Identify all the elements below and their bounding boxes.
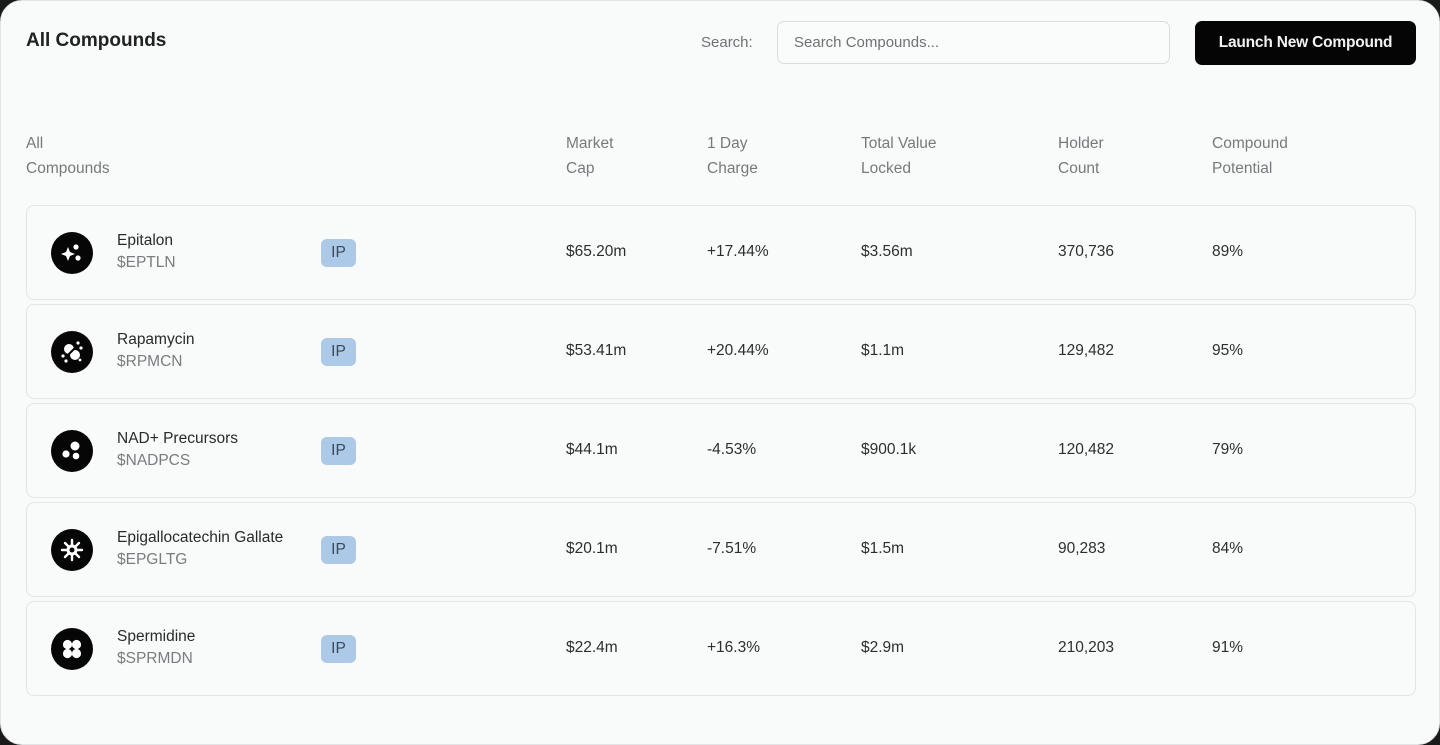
holder-count: 90,283 xyxy=(1058,540,1106,557)
market-cap: $65.20m xyxy=(566,243,627,260)
sparkles-icon xyxy=(51,232,93,274)
column-header-line: Count xyxy=(1058,160,1100,177)
four-dots-icon xyxy=(51,628,93,670)
column-header-line: Holder xyxy=(1058,135,1104,152)
table-row[interactable]: Epitalon $EPTLN IP $65.20m +17.44% $3.56… xyxy=(26,205,1416,300)
compound-potential: 79% xyxy=(1212,441,1244,458)
launch-new-compound-button[interactable]: Launch New Compound xyxy=(1195,21,1416,65)
table-row[interactable]: NAD+ Precursors $NADPCS IP $44.1m -4.53%… xyxy=(26,403,1416,498)
day-change: -4.53% xyxy=(707,441,757,458)
column-header-line: Compounds xyxy=(26,160,110,177)
column-header-day-change[interactable]: 1 Day Charge xyxy=(707,131,758,181)
market-cap: $22.4m xyxy=(566,639,618,656)
column-header-tvl[interactable]: Total Value Locked xyxy=(861,131,937,181)
day-change: +16.3% xyxy=(707,639,761,656)
compounds-panel: All Compounds Search: Launch New Compoun… xyxy=(0,0,1440,745)
three-circles-icon xyxy=(51,430,93,472)
market-cap: $20.1m xyxy=(566,540,618,557)
page-title: All Compounds xyxy=(26,30,167,51)
compound-ticker: $SPRMDN xyxy=(117,650,193,667)
holder-count: 370,736 xyxy=(1058,243,1115,260)
compound-name: Rapamycin xyxy=(117,331,195,348)
day-change: -7.51% xyxy=(707,540,757,557)
table-row[interactable]: Rapamycin $RPMCN IP $53.41m +20.44% $1.1… xyxy=(26,304,1416,399)
holder-count: 120,482 xyxy=(1058,441,1115,458)
total-value-locked: $2.9m xyxy=(861,639,905,656)
compound-potential: 89% xyxy=(1212,243,1244,260)
ip-badge: IP xyxy=(321,239,356,267)
column-header-line: Charge xyxy=(707,160,758,177)
day-change: +20.44% xyxy=(707,342,769,359)
compound-name: Spermidine xyxy=(117,628,196,645)
compound-ticker: $EPGLTG xyxy=(117,551,188,568)
ip-badge: IP xyxy=(321,338,356,366)
table-row[interactable]: Spermidine $SPRMDN IP $22.4m +16.3% $2.9… xyxy=(26,601,1416,696)
column-header-line: Compound xyxy=(1212,135,1288,152)
compound-name: NAD+ Precursors xyxy=(117,430,239,447)
compound-potential: 84% xyxy=(1212,540,1244,557)
day-change: +17.44% xyxy=(707,243,769,260)
column-header-line: Locked xyxy=(861,160,911,177)
compound-ticker: $NADPCS xyxy=(117,452,191,469)
search-input[interactable] xyxy=(777,21,1170,64)
ip-badge: IP xyxy=(321,437,356,465)
total-value-locked: $1.5m xyxy=(861,540,905,557)
search-label: Search: xyxy=(701,34,753,51)
holder-count: 210,203 xyxy=(1058,639,1115,656)
column-header-potential[interactable]: Compound Potential xyxy=(1212,131,1288,181)
column-header-line: 1 Day xyxy=(707,135,748,152)
column-header-compounds[interactable]: All Compounds xyxy=(26,131,110,181)
column-header-line: Potential xyxy=(1212,160,1273,177)
compound-potential: 95% xyxy=(1212,342,1244,359)
column-header-line: Market xyxy=(566,135,614,152)
compound-ticker: $RPMCN xyxy=(117,353,183,370)
total-value-locked: $3.56m xyxy=(861,243,913,260)
ip-badge: IP xyxy=(321,536,356,564)
ip-badge: IP xyxy=(321,635,356,663)
column-header-line: Cap xyxy=(566,160,595,177)
column-header-market-cap[interactable]: Market Cap xyxy=(566,131,613,181)
market-cap: $53.41m xyxy=(566,342,627,359)
column-header-holders[interactable]: Holder Count xyxy=(1058,131,1104,181)
compound-name: Epigallocatechin Gallate xyxy=(117,529,284,546)
market-cap: $44.1m xyxy=(566,441,618,458)
total-value-locked: $1.1m xyxy=(861,342,905,359)
compound-ticker: $EPTLN xyxy=(117,254,176,271)
table-row[interactable]: Epigallocatechin Gallate $EPGLTG IP $20.… xyxy=(26,502,1416,597)
column-header-line: All xyxy=(26,135,44,152)
compound-name: Epitalon xyxy=(117,232,174,249)
holder-count: 129,482 xyxy=(1058,342,1115,359)
total-value-locked: $900.1k xyxy=(861,441,917,458)
column-header-line: Total Value xyxy=(861,135,937,152)
virus-gear-icon xyxy=(51,529,93,571)
molecule-split-icon xyxy=(51,331,93,373)
compound-potential: 91% xyxy=(1212,639,1244,656)
